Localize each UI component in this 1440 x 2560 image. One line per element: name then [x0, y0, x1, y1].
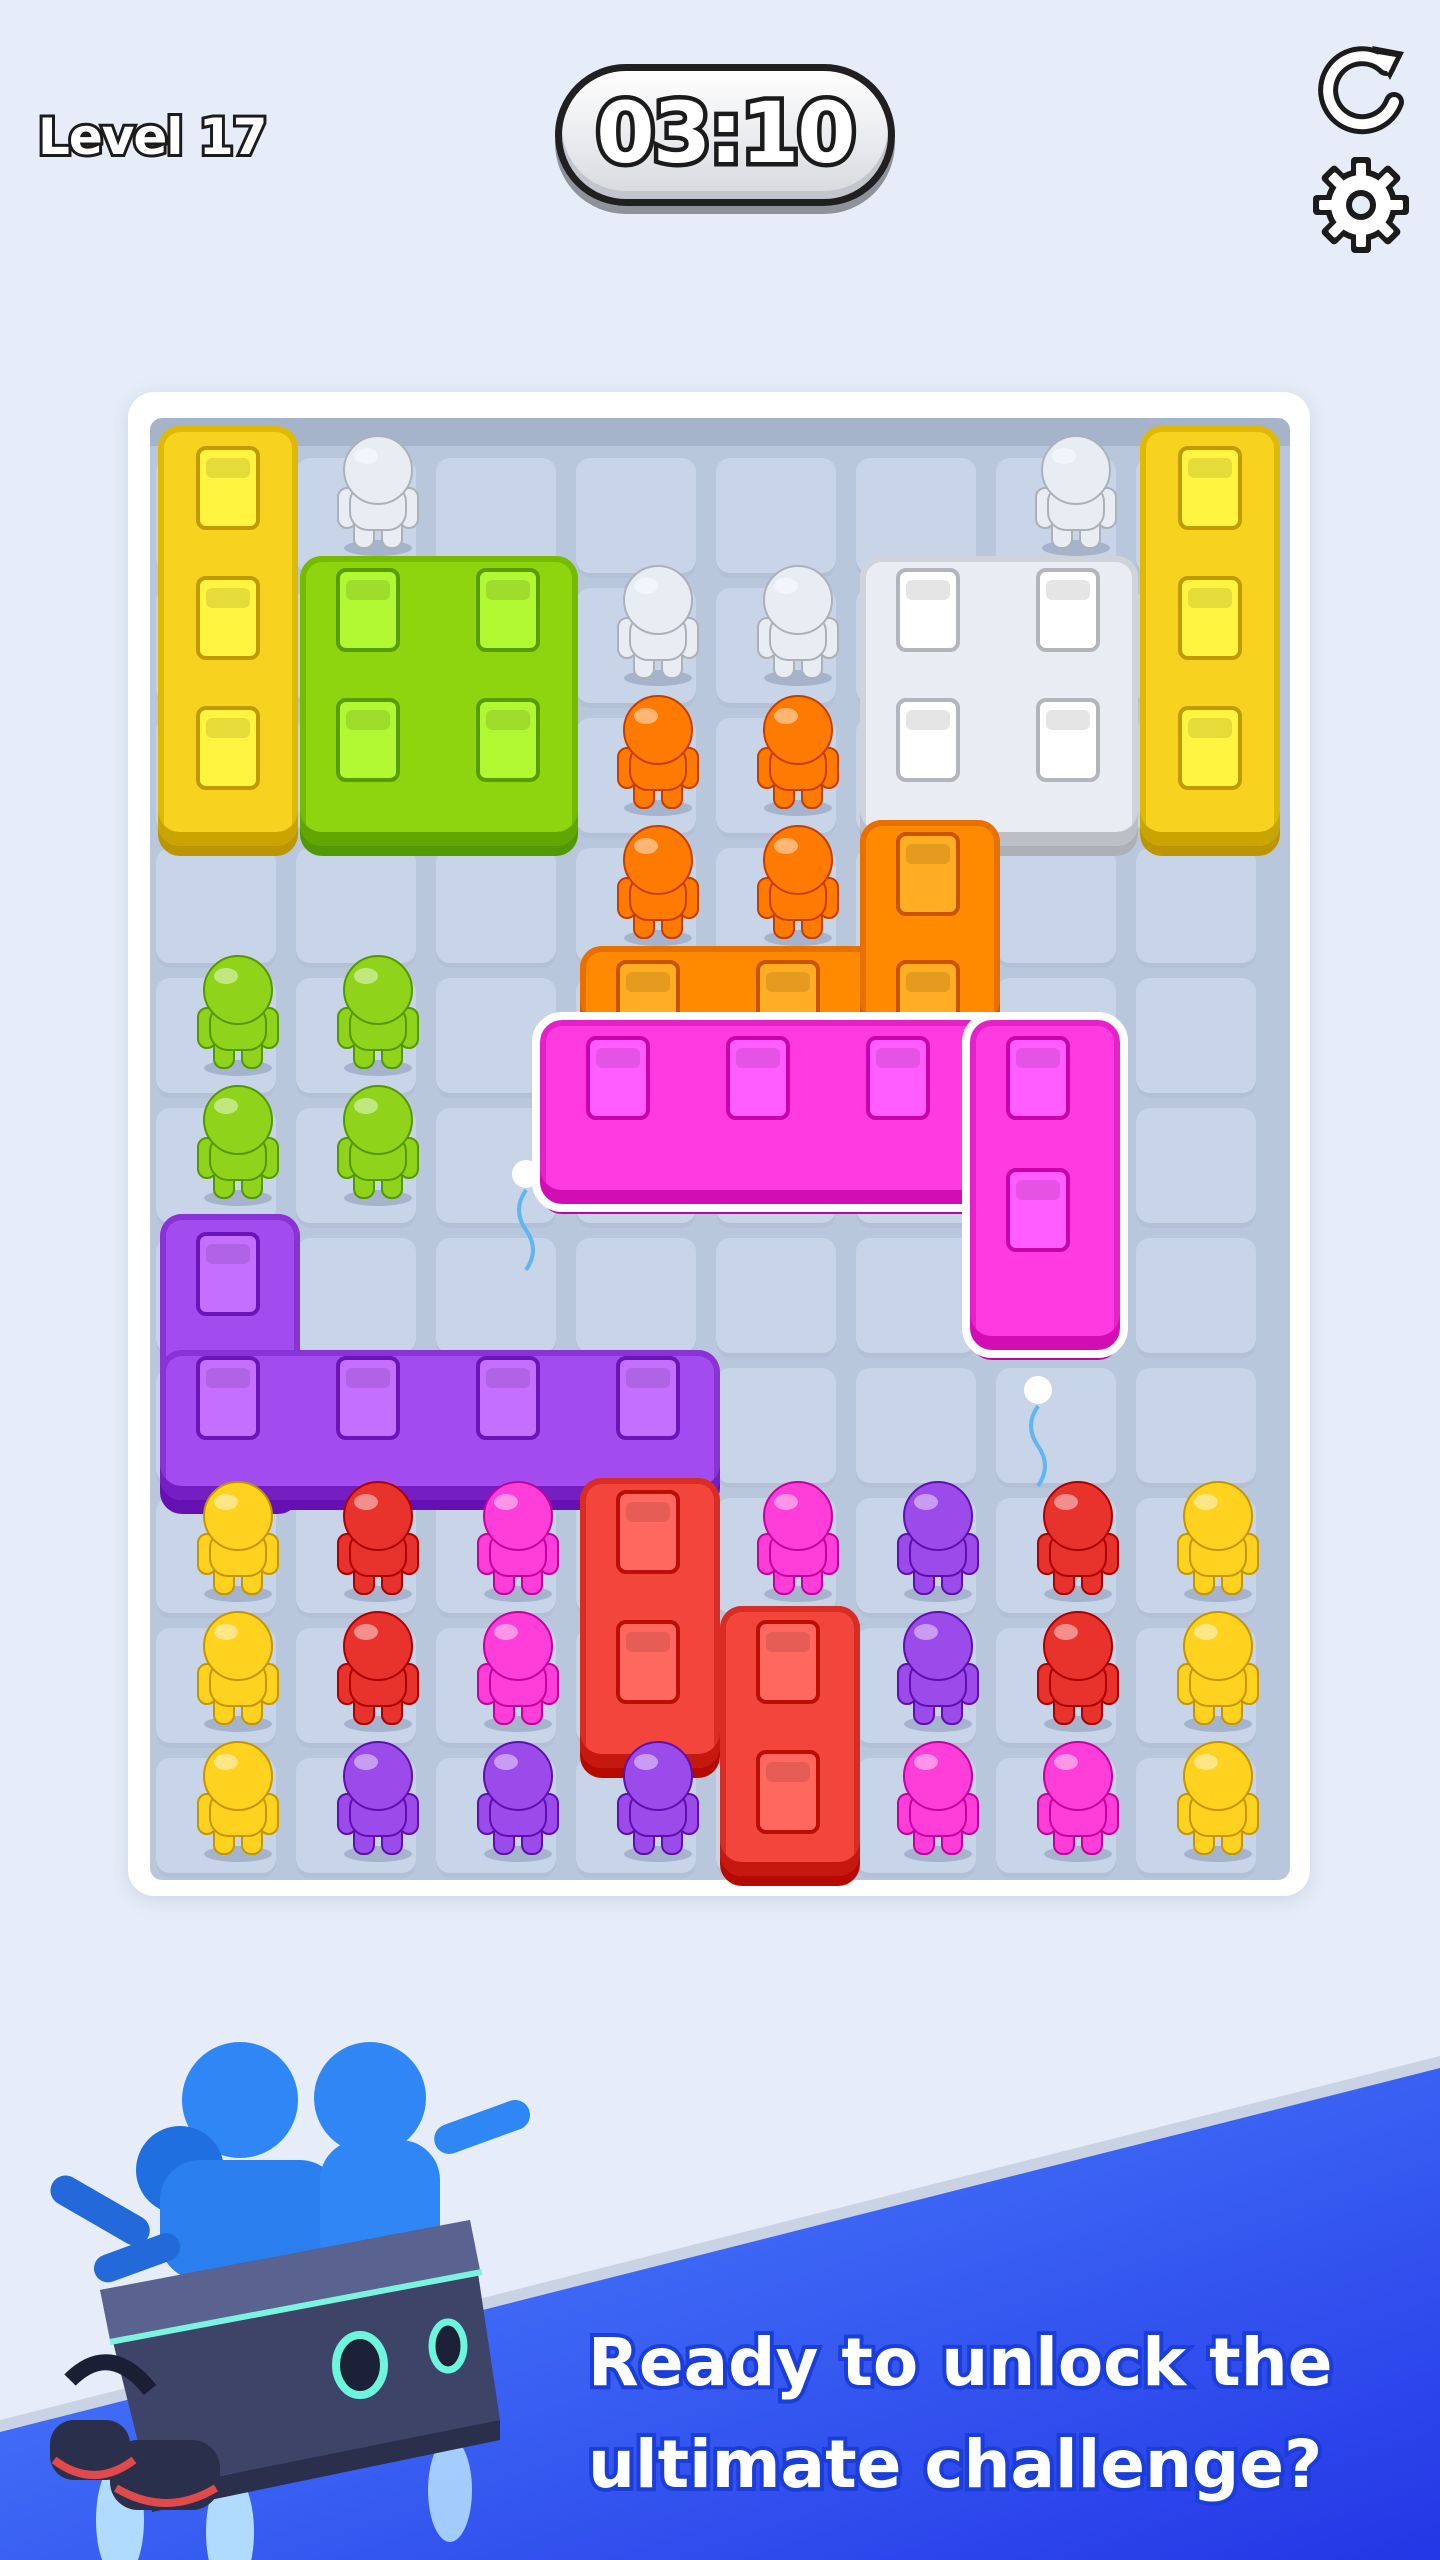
- passenger-orange: [757, 825, 839, 946]
- timer-text: 03:10: [592, 80, 860, 187]
- passenger-motion-trail: [512, 1160, 540, 1272]
- grid-cell: [856, 1368, 976, 1488]
- passenger-purple: [477, 1741, 559, 1862]
- grid-cell: [436, 848, 556, 968]
- passenger-yellow: [197, 1611, 279, 1732]
- passenger-pink: [897, 1741, 979, 1862]
- passenger-red: [337, 1611, 419, 1732]
- restart-button[interactable]: [1306, 36, 1416, 146]
- countdown-timer: 03:10: [555, 64, 895, 206]
- bus-seat: [896, 698, 960, 782]
- passenger-purple: [337, 1741, 419, 1862]
- passenger-orange: [757, 695, 839, 816]
- bus-seat: [616, 1356, 680, 1440]
- passenger-purple: [617, 1741, 699, 1862]
- grid-cell: [716, 1238, 836, 1358]
- bus-seat: [756, 1620, 820, 1704]
- grid-cell: [436, 978, 556, 1098]
- bus-seat: [476, 1356, 540, 1440]
- settings-button[interactable]: [1306, 150, 1416, 260]
- restart-icon: [1318, 46, 1404, 135]
- bus-seat: [336, 698, 400, 782]
- promo-tagline-line-2: ultimate challenge?: [584, 2426, 1326, 2503]
- passenger-pink: [477, 1611, 559, 1732]
- bus-seat: [726, 1036, 790, 1120]
- passenger-orange: [617, 825, 699, 946]
- bus-seat: [616, 1620, 680, 1704]
- bus-seat: [616, 1490, 680, 1574]
- grid-cell: [1136, 848, 1256, 968]
- passenger-purple: [897, 1611, 979, 1732]
- grid-cell: [296, 1238, 416, 1358]
- grid-cell: [576, 1238, 696, 1358]
- level-label: Level 17: [35, 105, 270, 169]
- bus-seat: [1178, 706, 1242, 790]
- passenger-yellow: [197, 1741, 279, 1862]
- bus-seat: [1006, 1036, 1070, 1120]
- passenger-yellow: [1177, 1481, 1259, 1602]
- passenger-orange: [617, 695, 699, 816]
- bus-seat: [896, 568, 960, 652]
- passenger-purple: [897, 1481, 979, 1602]
- passenger-yellow: [197, 1481, 279, 1602]
- mascot-hover-bus: [50, 2042, 530, 2560]
- bus-seat: [196, 446, 260, 530]
- bus-seat: [1036, 568, 1100, 652]
- passenger-white: [617, 565, 699, 686]
- bus-seat: [336, 1356, 400, 1440]
- passenger-white: [337, 435, 419, 556]
- passenger-red: [337, 1481, 419, 1602]
- passenger-lime: [337, 955, 419, 1076]
- bus-seat: [196, 1356, 260, 1440]
- grid-cell: [1136, 978, 1256, 1098]
- bus-seat: [1178, 446, 1242, 530]
- promo-tagline-line-1: Ready to unlock the: [584, 2324, 1336, 2401]
- passenger-pink: [477, 1481, 559, 1602]
- bus-seat: [896, 832, 960, 916]
- passenger-yellow: [1177, 1741, 1259, 1862]
- passenger-pink: [757, 1481, 839, 1602]
- passenger-white: [757, 565, 839, 686]
- passenger-white: [1035, 435, 1117, 556]
- bus-seat: [756, 1750, 820, 1834]
- passenger-lime: [197, 955, 279, 1076]
- grid-cell: [1136, 1108, 1256, 1228]
- bus-seat: [196, 576, 260, 660]
- bus-seat: [1178, 576, 1242, 660]
- passenger-yellow: [1177, 1611, 1259, 1732]
- bus-seat: [476, 698, 540, 782]
- bus-seat: [1036, 698, 1100, 782]
- grid-cell: [1136, 1368, 1256, 1488]
- passenger-motion-trail: [1024, 1376, 1052, 1488]
- grid-cell: [996, 848, 1116, 968]
- grid-cell: [716, 1368, 836, 1488]
- bus-seat: [196, 1232, 260, 1316]
- passenger-lime: [197, 1085, 279, 1206]
- bus-seat: [476, 568, 540, 652]
- gear-icon: [1313, 157, 1409, 253]
- passenger-red: [1037, 1611, 1119, 1732]
- bus-seat: [1006, 1168, 1070, 1252]
- grid-cell: [856, 1238, 976, 1358]
- passenger-pink: [1037, 1741, 1119, 1862]
- bus-seat: [586, 1036, 650, 1120]
- passenger-lime: [337, 1085, 419, 1206]
- bus-seat: [196, 706, 260, 790]
- bus-seat: [336, 568, 400, 652]
- bus-seat: [866, 1036, 930, 1120]
- grid-cell: [1136, 1238, 1256, 1358]
